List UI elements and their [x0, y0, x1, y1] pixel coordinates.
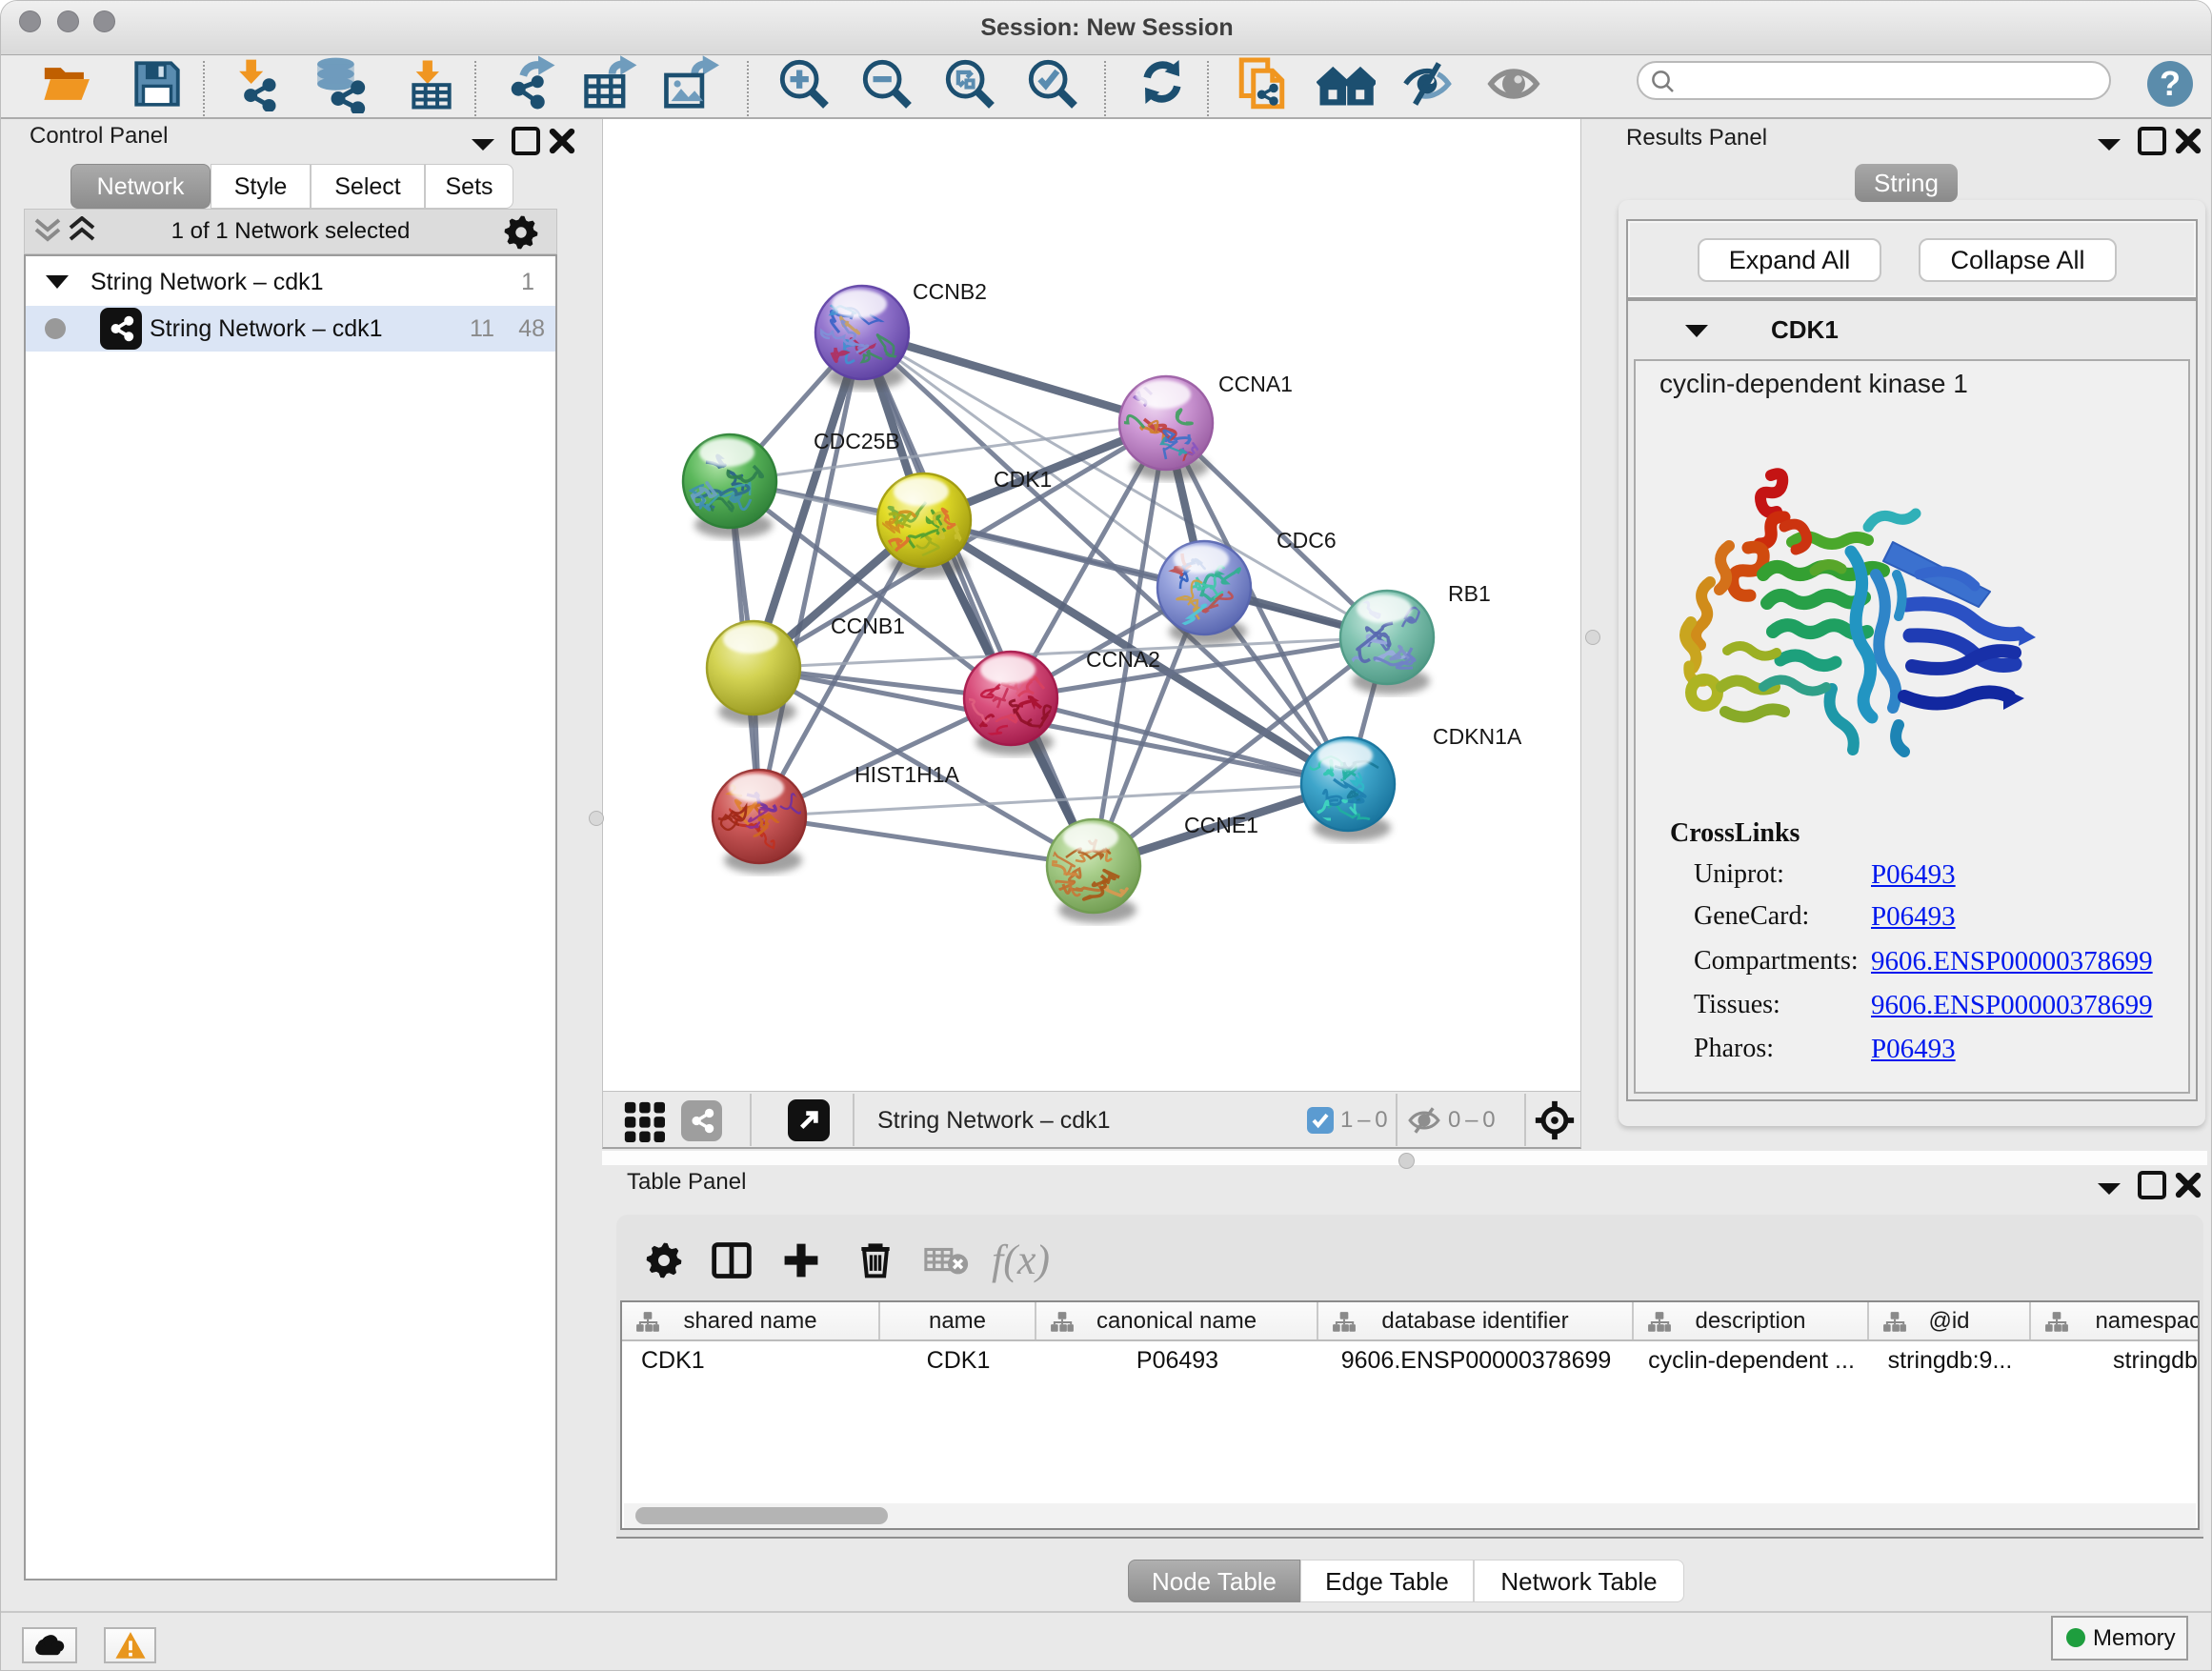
svg-text:CCNA2: CCNA2 — [1086, 647, 1160, 672]
svg-text:CDC6: CDC6 — [1277, 528, 1337, 553]
svg-text:CCNB1: CCNB1 — [831, 614, 905, 638]
svg-text:CDK1: CDK1 — [994, 467, 1052, 492]
svg-text:RB1: RB1 — [1448, 581, 1491, 606]
svg-text:CCNA1: CCNA1 — [1218, 372, 1293, 396]
svg-text:HIST1H1A: HIST1H1A — [855, 762, 960, 787]
svg-text:CCNB2: CCNB2 — [913, 279, 987, 304]
svg-text:CDKN1A: CDKN1A — [1433, 724, 1522, 749]
svg-text:CCNE1: CCNE1 — [1184, 813, 1258, 837]
svg-text:CDC25B: CDC25B — [814, 429, 900, 453]
